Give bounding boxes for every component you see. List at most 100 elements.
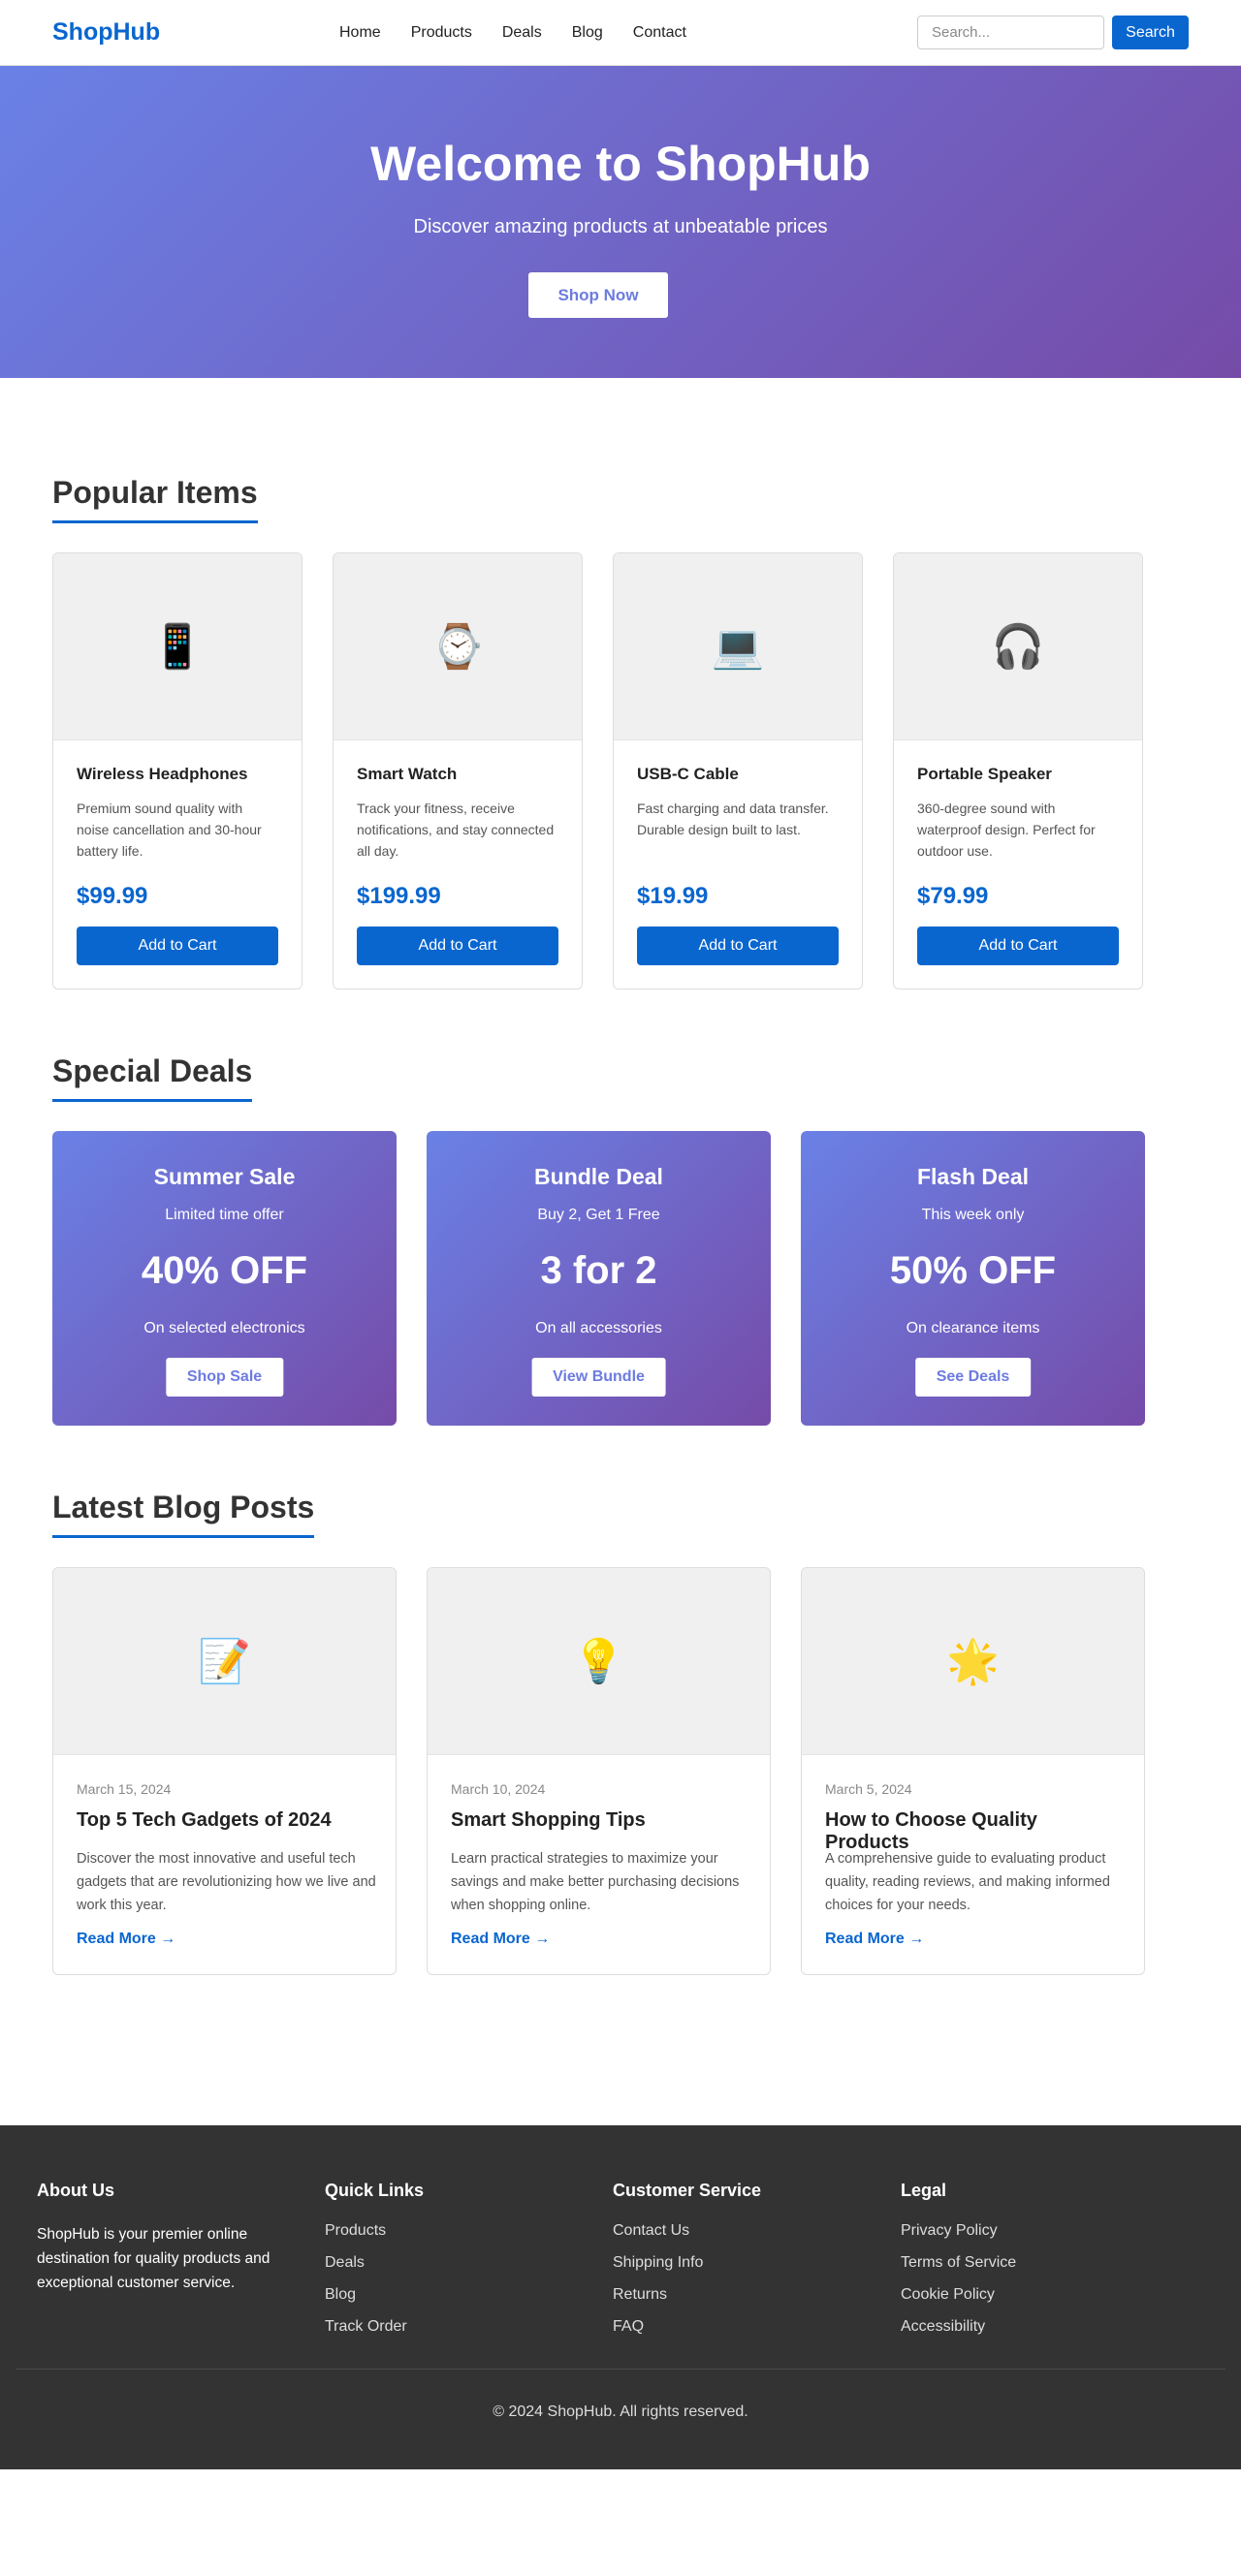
footer-link[interactable]: Track Order — [325, 2318, 613, 2337]
footer-quick-links: Quick Links Products Deals Blog Track Or… — [325, 2181, 613, 2350]
site-logo[interactable]: ShopHub — [52, 18, 160, 47]
deal-note: On clearance items — [906, 1320, 1040, 1336]
blog-card: 🌟 March 5, 2024 How to Choose Quality Pr… — [801, 1567, 1145, 1975]
product-name: Smart Watch — [357, 765, 458, 783]
footer-link[interactable]: Returns — [613, 2286, 901, 2305]
deal-card: Bundle Deal Buy 2, Get 1 Free 3 for 2 On… — [427, 1131, 771, 1426]
hero-title: Welcome to ShopHub — [370, 137, 871, 191]
footer-link[interactable]: Products — [325, 2222, 613, 2241]
footer-link[interactable]: FAQ — [613, 2318, 901, 2337]
blog-date: March 10, 2024 — [451, 1781, 546, 1797]
footer-heading: Quick Links — [325, 2181, 425, 2200]
hero-banner: Welcome to ShopHub Discover amazing prod… — [0, 66, 1241, 378]
popular-items-section: Popular Items 📱 Wireless Headphones Prem… — [0, 475, 1241, 990]
product-name: Portable Speaker — [917, 765, 1052, 783]
nav-home[interactable]: Home — [339, 24, 381, 42]
site-footer: About Us ShopHub is your premier online … — [0, 2125, 1241, 2469]
deal-subtitle: Limited time offer — [165, 1207, 284, 1223]
section-title: Special Deals — [52, 1053, 253, 1102]
footer-link[interactable]: Shipping Info — [613, 2254, 901, 2273]
nav-contact[interactable]: Contact — [633, 24, 686, 42]
product-card: 💻 USB-C Cable Fast charging and data tra… — [613, 552, 863, 990]
blog-title[interactable]: Top 5 Tech Gadgets of 2024 — [77, 1809, 376, 1832]
blog-date: March 5, 2024 — [825, 1781, 912, 1797]
product-price: $79.99 — [917, 883, 989, 909]
product-description: Track your fitness, receive notification… — [357, 801, 555, 859]
blog-title[interactable]: Smart Shopping Tips — [451, 1809, 750, 1832]
product-name: Wireless Headphones — [77, 765, 248, 783]
product-image: 🎧 — [894, 553, 1142, 740]
product-image: ⌚ — [334, 553, 582, 740]
footer-copyright: © 2024 ShopHub. All rights reserved. — [493, 2403, 748, 2420]
watch-icon: ⌚ — [430, 623, 485, 671]
blog-image: 💡 — [428, 1568, 770, 1755]
deal-amount: 40% OFF — [141, 1249, 308, 1292]
product-price: $99.99 — [77, 883, 148, 909]
product-card: ⌚ Smart Watch Track your fitness, receiv… — [333, 552, 583, 990]
latest-blog-section: Latest Blog Posts 📝 March 15, 2024 Top 5… — [0, 1490, 1241, 1975]
deal-title: Flash Deal — [916, 1164, 1030, 1189]
blog-excerpt: Discover the most innovative and useful … — [77, 1851, 376, 1913]
product-grid: 📱 Wireless Headphones Premium sound qual… — [52, 552, 1189, 990]
footer-legal: Legal Privacy Policy Terms of Service Co… — [901, 2181, 1189, 2350]
read-more-link[interactable]: Read More → — [77, 1931, 175, 1948]
footer-about: About Us ShopHub is your premier online … — [37, 2181, 325, 2350]
light-bulb-icon: 💡 — [572, 1638, 625, 1685]
footer-link[interactable]: Contact Us — [613, 2222, 901, 2241]
shop-now-button[interactable]: Shop Now — [528, 272, 668, 318]
add-to-cart-button[interactable]: Add to Cart — [77, 927, 278, 965]
add-to-cart-button[interactable]: Add to Cart — [637, 927, 839, 965]
footer-link[interactable]: Privacy Policy — [901, 2222, 1189, 2241]
nav-deals[interactable]: Deals — [502, 24, 542, 42]
blog-excerpt: Learn practical strategies to maximize y… — [451, 1851, 740, 1913]
product-card: 🎧 Portable Speaker 360-degree sound with… — [893, 552, 1143, 990]
search-button[interactable]: Search — [1112, 16, 1189, 49]
laptop-icon: 💻 — [711, 623, 765, 671]
deal-subtitle: Buy 2, Get 1 Free — [537, 1207, 660, 1223]
footer-link[interactable]: Blog — [325, 2286, 613, 2305]
headphones-icon: 🎧 — [991, 623, 1045, 671]
blog-image: 🌟 — [802, 1568, 1144, 1755]
blog-image: 📝 — [53, 1568, 396, 1755]
blog-card: 💡 March 10, 2024 Smart Shopping Tips Lea… — [427, 1567, 771, 1975]
footer-divider — [16, 2369, 1225, 2370]
footer-link[interactable]: Accessibility — [901, 2318, 1189, 2337]
deal-card: Summer Sale Limited time offer 40% OFF O… — [52, 1131, 397, 1426]
add-to-cart-button[interactable]: Add to Cart — [917, 927, 1119, 965]
blog-excerpt: A comprehensive guide to evaluating prod… — [825, 1851, 1110, 1913]
blog-grid: 📝 March 15, 2024 Top 5 Tech Gadgets of 2… — [52, 1567, 1189, 1975]
site-header: ShopHub Home Products Deals Blog Contact… — [0, 0, 1241, 66]
footer-heading: About Us — [37, 2181, 114, 2200]
product-description: Premium sound quality with noise cancell… — [77, 801, 262, 859]
footer-link[interactable]: Cookie Policy — [901, 2286, 1189, 2305]
read-more-link[interactable]: Read More → — [825, 1931, 924, 1948]
see-deals-button[interactable]: See Deals — [914, 1358, 1032, 1397]
search-bar: Search — [917, 16, 1189, 49]
memo-icon: 📝 — [198, 1638, 251, 1685]
nav-blog[interactable]: Blog — [572, 24, 603, 42]
search-input[interactable] — [917, 16, 1104, 49]
blog-date: March 15, 2024 — [77, 1781, 172, 1797]
footer-link[interactable]: Terms of Service — [901, 2254, 1189, 2273]
product-card: 📱 Wireless Headphones Premium sound qual… — [52, 552, 302, 990]
deal-amount: 50% OFF — [889, 1249, 1057, 1292]
product-image: 💻 — [614, 553, 862, 740]
deal-title: Bundle Deal — [534, 1164, 663, 1189]
add-to-cart-button[interactable]: Add to Cart — [357, 927, 558, 965]
main-nav: Home Products Deals Blog Contact — [339, 0, 686, 66]
nav-products[interactable]: Products — [411, 24, 472, 42]
footer-link[interactable]: Deals — [325, 2254, 613, 2273]
deal-amount: 3 for 2 — [540, 1249, 657, 1292]
deal-note: On selected electronics — [143, 1320, 305, 1336]
footer-columns: About Us ShopHub is your premier online … — [37, 2181, 1204, 2350]
footer-heading: Legal — [901, 2181, 947, 2200]
product-image: 📱 — [53, 553, 302, 740]
footer-customer-service: Customer Service Contact Us Shipping Inf… — [613, 2181, 901, 2350]
deal-title: Summer Sale — [153, 1164, 296, 1189]
product-description: Fast charging and data transfer. Durable… — [637, 801, 829, 837]
product-price: $19.99 — [637, 883, 709, 909]
view-bundle-button[interactable]: View Bundle — [531, 1358, 666, 1397]
star-icon: 🌟 — [946, 1638, 1000, 1685]
read-more-link[interactable]: Read More → — [451, 1931, 550, 1948]
shop-sale-button[interactable]: Shop Sale — [165, 1358, 284, 1397]
